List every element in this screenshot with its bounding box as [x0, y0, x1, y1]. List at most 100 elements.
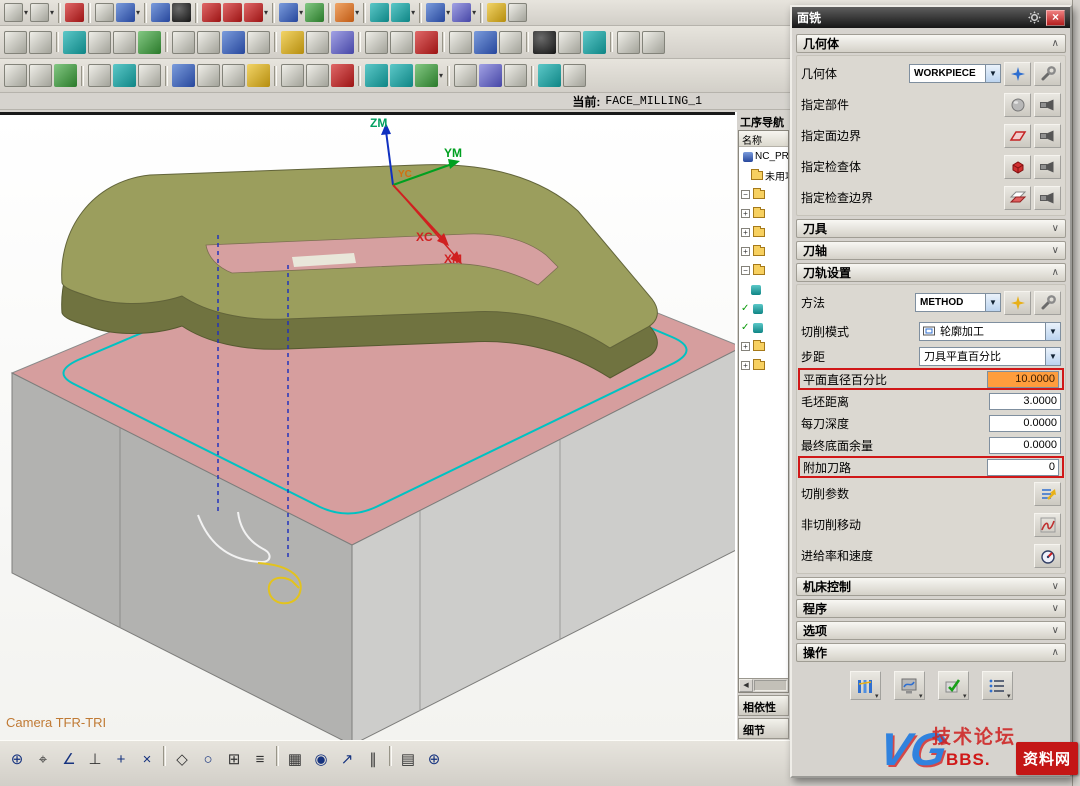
viewport-canvas[interactable]: ZM YM YC XC XM — [0, 115, 735, 740]
plane-diameter-input[interactable]: 10.0000 — [987, 371, 1059, 388]
toolbar-icon[interactable] — [415, 31, 438, 54]
cut-pattern-select[interactable]: 轮廓加工 ▼ — [919, 322, 1061, 341]
menu-arrow-icon[interactable]: ▾ — [411, 8, 415, 17]
verify-toolpath-button[interactable]: ▾ — [938, 671, 969, 700]
expand-box-icon[interactable]: + — [741, 209, 750, 218]
tree-row[interactable]: ✓ — [739, 299, 788, 318]
section-geometry[interactable]: 几何体 ∧ — [796, 34, 1066, 53]
menu-arrow-icon[interactable]: ▾ — [439, 71, 443, 80]
tree-row[interactable]: + — [739, 337, 788, 356]
collapse-chevron-icon[interactable]: ∧ — [1052, 38, 1059, 49]
tree-row[interactable]: + — [739, 223, 788, 242]
toolbar-icon[interactable] — [116, 3, 135, 22]
toolbar-icon[interactable] — [222, 31, 245, 54]
generate-toolpath-button[interactable]: ▾ — [850, 671, 881, 700]
menu-arrow-icon[interactable]: ▾ — [355, 8, 359, 17]
highlight-part-button[interactable] — [1034, 93, 1061, 117]
new-method-button[interactable] — [1004, 291, 1031, 315]
section-tool[interactable]: 刀具 ∨ — [796, 219, 1066, 238]
toolbar-icon[interactable] — [390, 64, 413, 87]
snap-icon[interactable]: ∠ — [57, 747, 81, 771]
navigator-tree[interactable]: 名称 NC_PROG 未用项 − + + + − ✓ ✓ + + ◀ — [738, 130, 789, 693]
geometry-select[interactable]: WORKPIECE ▼ — [909, 64, 1001, 83]
select-check-boundary-button[interactable] — [1004, 186, 1031, 210]
toolbar-icon[interactable] — [558, 31, 581, 54]
section-options[interactable]: 选项 ∨ — [796, 621, 1066, 640]
toolbar-icon[interactable] — [365, 64, 388, 87]
toolbar-icon[interactable] — [504, 64, 527, 87]
expand-chevron-icon[interactable]: ∨ — [1052, 581, 1059, 592]
toolbar-icon[interactable] — [365, 31, 388, 54]
toolbar-icon[interactable] — [281, 64, 304, 87]
expand-box-icon[interactable]: + — [741, 361, 750, 370]
snap-icon[interactable]: ▤ — [396, 747, 420, 771]
toolbar-icon[interactable] — [391, 3, 410, 22]
toolbar-icon[interactable] — [508, 3, 527, 22]
snap-icon[interactable]: ◇ — [170, 747, 194, 771]
chevron-down-icon[interactable]: ▼ — [985, 294, 1000, 311]
toolbar-icon[interactable] — [222, 64, 245, 87]
toolbar-icon[interactable] — [479, 64, 502, 87]
highlight-check-body-button[interactable] — [1034, 155, 1061, 179]
highlight-face-boundary-button[interactable] — [1034, 124, 1061, 148]
toolbar-icon[interactable] — [88, 64, 111, 87]
snap-icon[interactable]: ⊕ — [422, 747, 446, 771]
toolbar-icon[interactable] — [306, 31, 329, 54]
toolbar-icon[interactable] — [563, 64, 586, 87]
toolbar-icon[interactable] — [454, 64, 477, 87]
highlight-check-boundary-button[interactable] — [1034, 186, 1061, 210]
toolbar-icon[interactable] — [138, 31, 161, 54]
snap-icon[interactable]: ▦ — [283, 747, 307, 771]
toolbar-icon[interactable] — [4, 64, 27, 87]
feeds-speeds-button[interactable] — [1034, 544, 1061, 568]
toolbar-icon[interactable] — [29, 64, 52, 87]
tree-row[interactable]: − — [739, 185, 788, 204]
navigator-hscrollbar[interactable]: ◀ — [739, 678, 788, 692]
expand-box-icon[interactable]: + — [741, 228, 750, 237]
toolbar-icon[interactable] — [538, 64, 561, 87]
cube-icon[interactable] — [151, 3, 170, 22]
toolbar-icon[interactable] — [415, 64, 438, 87]
navigator-name-column[interactable]: 名称 — [739, 131, 788, 147]
chevron-down-icon[interactable]: ▼ — [1045, 348, 1060, 365]
tree-row-root[interactable]: NC_PROG — [739, 147, 788, 166]
toolbar-icon[interactable] — [113, 64, 136, 87]
snap-icon[interactable]: ⌖ — [31, 747, 55, 771]
graphics-viewport[interactable]: ZM YM YC XC XM Camera TFR-TRI — [0, 112, 735, 740]
cutting-parameters-button[interactable] — [1034, 482, 1061, 506]
menu-arrow-icon[interactable]: ▾ — [264, 8, 268, 17]
toolbar-icon[interactable] — [29, 31, 52, 54]
toolbar-icon[interactable] — [533, 31, 556, 54]
toolbar-icon[interactable] — [306, 64, 329, 87]
toolbar-icon[interactable] — [499, 31, 522, 54]
snap-icon[interactable]: ∥ — [361, 747, 385, 771]
collapse-box-icon[interactable]: − — [741, 266, 750, 275]
section-tool-axis[interactable]: 刀轴 ∨ — [796, 241, 1066, 260]
expand-chevron-icon[interactable]: ∨ — [1052, 603, 1059, 614]
toolbar-icon[interactable] — [223, 3, 242, 22]
expand-chevron-icon[interactable]: ∨ — [1052, 223, 1059, 234]
menu-arrow-icon[interactable]: ▾ — [446, 8, 450, 17]
toolbar-icon[interactable] — [88, 31, 111, 54]
replay-toolpath-button[interactable]: ▾ — [894, 671, 925, 700]
snap-icon[interactable]: ◉ — [309, 747, 333, 771]
toolbar-icon[interactable] — [331, 64, 354, 87]
expand-box-icon[interactable]: + — [741, 342, 750, 351]
menu-arrow-icon[interactable]: ▾ — [136, 8, 140, 17]
edit-geometry-button[interactable] — [1034, 62, 1061, 86]
toolbar-icon[interactable] — [197, 31, 220, 54]
collapse-chevron-icon[interactable]: ∧ — [1052, 647, 1059, 658]
toolbar-icon[interactable] — [331, 31, 354, 54]
tree-row[interactable]: + — [739, 356, 788, 375]
toolbar-icon[interactable] — [335, 3, 354, 22]
tree-row[interactable]: − — [739, 261, 788, 280]
toolbar-icon[interactable] — [279, 3, 298, 22]
toolbar-icon[interactable] — [583, 31, 606, 54]
toolbar-icon[interactable] — [172, 31, 195, 54]
snap-icon[interactable]: ↗ — [335, 747, 359, 771]
section-path-settings[interactable]: 刀轨设置 ∧ — [796, 263, 1066, 282]
toolbar-icon[interactable] — [390, 31, 413, 54]
section-actions[interactable]: 操作 ∧ — [796, 643, 1066, 662]
depth-per-cut-input[interactable]: 0.0000 — [989, 415, 1061, 432]
menu-arrow-icon[interactable]: ▾ — [50, 8, 54, 17]
